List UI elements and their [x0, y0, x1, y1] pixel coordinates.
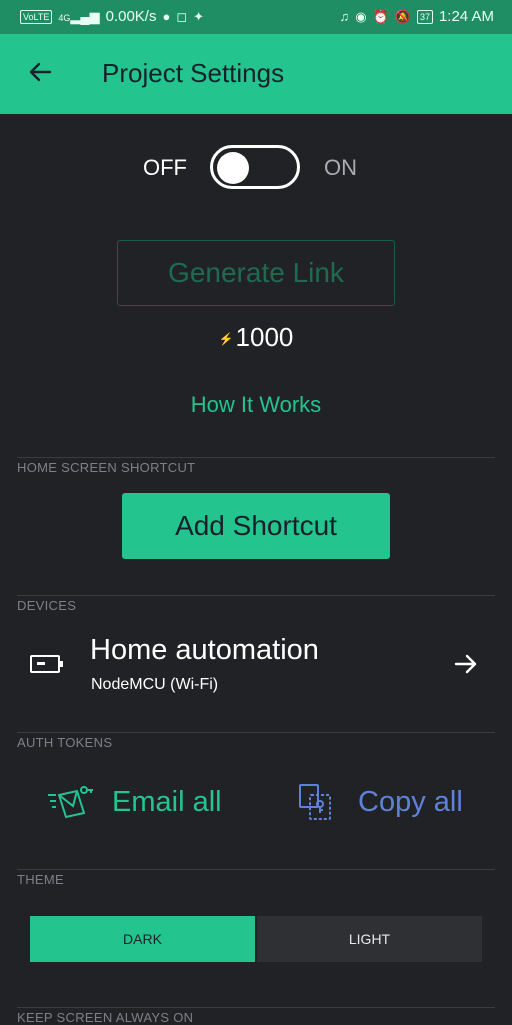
instagram-icon: ◻ — [176, 8, 188, 24]
app-bar: Project Settings — [0, 34, 512, 114]
signal-icon: 4G▂▄▆ — [58, 8, 100, 24]
mute-icon: 🔕 — [394, 8, 411, 24]
generate-link-button[interactable]: Generate Link — [117, 240, 395, 306]
status-bar-left: VoLTE 4G▂▄▆ 0.00K/s ● ◻ ✦ — [20, 8, 204, 25]
toggle-off-label: OFF — [143, 155, 187, 180]
copy-icon — [299, 784, 331, 820]
email-all-button[interactable]: Email all — [46, 780, 222, 824]
section-label-devices: DEVICES — [17, 598, 77, 613]
theme-selector: DARK LIGHT — [30, 916, 482, 962]
device-name: Home automation — [90, 634, 319, 666]
section-label-home-shortcut: HOME SCREEN SHORTCUT — [17, 460, 196, 475]
how-it-works-link[interactable]: How It Works — [0, 392, 512, 418]
alarm-icon: ⏰ — [372, 8, 389, 24]
clock: 1:24 AM — [438, 8, 494, 25]
status-bar: VoLTE 4G▂▄▆ 0.00K/s ● ◻ ✦ ♫ ◉ ⏰ 🔕 37 1:2… — [0, 0, 512, 34]
device-row[interactable]: Home automation NodeMCU (Wi-Fi) — [0, 620, 512, 714]
network-speed: 0.00K/s — [105, 8, 157, 25]
add-shortcut-button[interactable]: Add Shortcut — [122, 493, 390, 559]
twitter-icon: ✦ — [193, 8, 205, 24]
section-label-keep-screen-on: KEEP SCREEN ALWAYS ON — [17, 1010, 194, 1025]
theme-dark-option[interactable]: DARK — [30, 916, 255, 962]
divider — [17, 1007, 495, 1008]
facebook-icon: ● — [162, 9, 171, 24]
toggle-knob — [217, 152, 249, 184]
share-toggle[interactable] — [210, 145, 300, 189]
headphones-icon: ♫ — [339, 9, 350, 24]
share-toggle-row: OFF ON — [0, 145, 512, 191]
section-label-theme: THEME — [17, 872, 64, 887]
volte-badge: VoLTE — [20, 9, 53, 24]
device-board: NodeMCU (Wi-Fi) — [91, 676, 219, 693]
toggle-on-label: ON — [324, 155, 357, 180]
energy-cost: ⚡1000 — [0, 322, 512, 353]
copy-all-button[interactable]: Copy all — [296, 780, 463, 824]
copy-all-label: Copy all — [358, 785, 463, 818]
lightning-icon: ⚡ — [218, 332, 234, 347]
email-all-label: Email all — [112, 785, 222, 818]
section-label-auth-tokens: AUTH TOKENS — [17, 735, 113, 750]
energy-value: 1000 — [235, 322, 294, 352]
page-title: Project Settings — [102, 58, 285, 88]
status-bar-right: ♫ ◉ ⏰ 🔕 37 1:24 AM — [339, 8, 494, 25]
battery-icon: 37 — [416, 9, 433, 24]
divider — [17, 732, 495, 733]
divider — [17, 595, 495, 596]
eye-icon: ◉ — [355, 8, 367, 24]
divider — [17, 869, 495, 870]
device-icon — [30, 655, 63, 673]
back-arrow-icon[interactable] — [24, 56, 56, 88]
theme-light-option[interactable]: LIGHT — [257, 916, 482, 962]
network-type-label: 4G — [58, 12, 71, 23]
divider — [17, 457, 495, 458]
email-icon — [48, 786, 93, 819]
arrow-right-icon — [454, 654, 477, 674]
